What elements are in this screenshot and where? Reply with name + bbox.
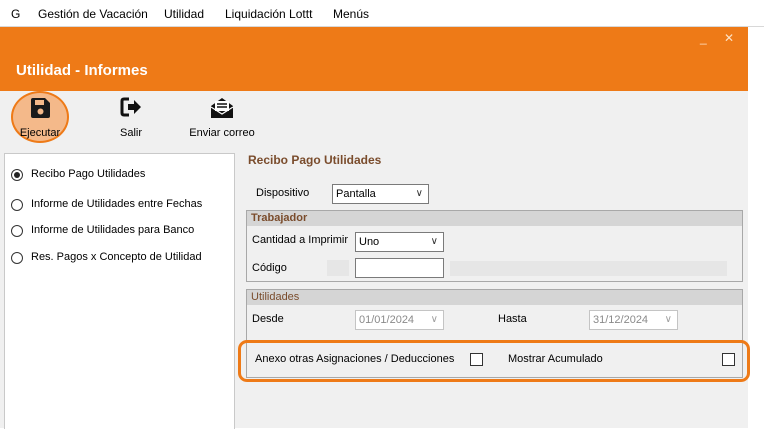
device-label: Dispositivo [256,187,310,199]
send-email-label: Enviar correo [189,127,255,139]
chevron-down-icon: ∨ [664,314,672,325]
section-title: Recibo Pago Utilidades [248,153,382,167]
report-window: _ ✕ Utilidad - Informes Ejecutar Salir E… [0,27,750,429]
menu-item-utilidad[interactable]: Utilidad [164,7,204,21]
menu-bar: G Gestión de Vacación Utilidad Liquidaci… [0,0,764,27]
toolbar: Ejecutar Salir Enviar correo [0,91,748,143]
device-select[interactable]: Pantalla ∨ [332,184,429,204]
envelope-open-icon [210,98,234,118]
radio-unselected[interactable] [11,199,23,211]
quantity-select[interactable]: Uno ∨ [355,232,444,252]
chevron-down-icon: ∨ [430,236,438,247]
quantity-value: Uno [359,236,380,248]
radio-selected[interactable] [11,169,23,181]
close-button[interactable]: ✕ [724,31,734,45]
code-label-bg [327,260,349,276]
worker-group-header: Trabajador [247,211,742,226]
exit-button[interactable]: Salir [108,91,154,143]
radio-unselected[interactable] [11,252,23,264]
from-date-picker[interactable]: 01/01/2024 ∨ [355,310,444,330]
chevron-down-icon: ∨ [430,314,438,325]
worker-group-title: Trabajador [251,212,308,224]
code-input[interactable] [355,258,444,278]
code-label: Código [252,262,287,274]
worker-name-display [450,261,727,276]
menu-item-menus[interactable]: Menús [333,7,369,21]
device-value: Pantalla [336,188,376,200]
option-label: Informe de Utilidades entre Fechas [31,198,203,210]
save-icon [31,98,50,118]
menu-item-g[interactable]: G [11,7,20,21]
from-date-value: 01/01/2024 [359,314,415,326]
menu-item-gestion-vacacion[interactable]: Gestión de Vacación [38,7,148,21]
radio-unselected[interactable] [11,225,23,237]
execute-label: Ejecutar [19,127,61,139]
to-label: Hasta [498,313,527,325]
background-strip [748,27,764,428]
send-email-button[interactable]: Enviar correo [186,91,258,143]
option-label: Recibo Pago Utilidades [31,168,146,180]
execute-button[interactable]: Ejecutar [11,91,69,143]
option-label: Res. Pagos x Concepto de Utilidad [31,251,202,263]
report-options-panel: Recibo Pago Utilidades Informe de Utilid… [4,153,235,429]
to-date-picker[interactable]: 31/12/2024 ∨ [589,310,678,330]
quantity-label: Cantidad a Imprimir [252,234,348,246]
chevron-down-icon: ∨ [415,188,423,199]
sign-out-icon [120,97,141,117]
from-label: Desde [252,313,284,325]
option-label: Informe de Utilidades para Banco [31,224,195,236]
to-date-value: 31/12/2024 [593,314,649,326]
utilities-group-title: Utilidades [251,291,300,303]
utilities-group-header: Utilidades [247,290,742,305]
exit-label: Salir [119,127,142,139]
title-bar: _ ✕ Utilidad - Informes [0,27,748,91]
window-title: Utilidad - Informes [16,62,148,79]
options-highlight [238,340,750,382]
minimize-button[interactable]: _ [700,31,707,45]
worker-group: Trabajador Cantidad a Imprimir Uno ∨ Cód… [246,210,743,282]
menu-item-liquidacion-lottt[interactable]: Liquidación Lottt [225,7,312,21]
